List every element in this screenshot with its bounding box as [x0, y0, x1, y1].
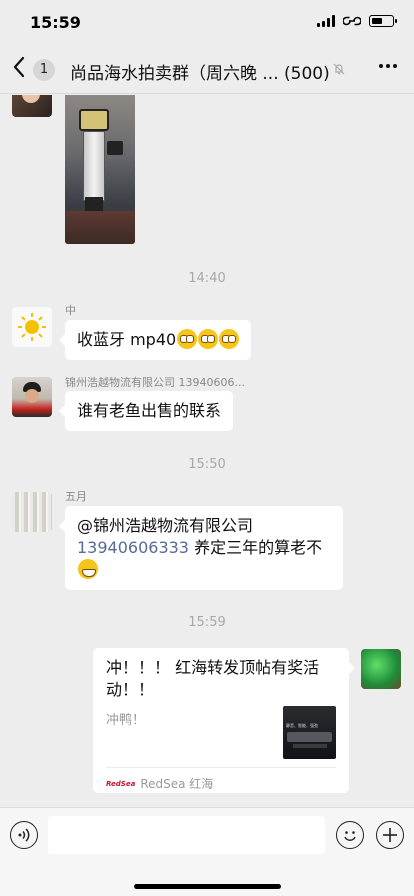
status-time: 15:59	[30, 13, 81, 32]
mention-link[interactable]: @锦州浩越物流有限公司	[77, 516, 253, 535]
link-icon	[343, 16, 361, 26]
message-bubble[interactable]: @锦州浩越物流有限公司 13940606333 养定三年的算老不	[59, 506, 343, 590]
card-divider	[106, 767, 336, 768]
chat-title[interactable]: 尚品海水拍卖群（周六晚 ... (500)	[70, 59, 330, 84]
card-thumbnail: 静音、智能、强劲	[283, 706, 336, 759]
avatar[interactable]	[12, 377, 52, 417]
chat-header: 1 尚品海水拍卖群（周六晚 ... (500)	[0, 44, 414, 94]
flushed-emoji-icon	[177, 329, 198, 349]
message-bubble[interactable]: 谁有老鱼出售的联系	[58, 391, 234, 431]
input-bar	[0, 807, 414, 896]
unread-badge[interactable]: 1	[33, 59, 55, 81]
plus-icon	[383, 828, 397, 842]
message-bubble[interactable]: 收蓝牙 mp40	[58, 320, 252, 360]
chevron-left-icon	[13, 56, 25, 78]
message-input[interactable]	[48, 816, 325, 854]
message-timestamp: 15:59	[188, 615, 226, 630]
ellipsis-icon	[379, 64, 383, 68]
home-indicator	[134, 884, 281, 889]
message-text: 谁有老鱼出售的联系	[77, 401, 222, 420]
plus-button[interactable]	[376, 821, 404, 849]
group-name: 尚品海水拍卖群（周六晚 ...	[70, 64, 279, 84]
signal-icon	[317, 15, 335, 27]
battery-fill	[372, 18, 382, 24]
message-image[interactable]	[65, 95, 135, 244]
message-timestamp: 15:50	[188, 457, 226, 472]
message-text: 收蓝牙 mp40	[77, 330, 177, 349]
phone-link[interactable]: 13940606333	[77, 538, 189, 557]
redsea-logo-icon: RedSea	[106, 780, 136, 788]
status-bar: 15:59	[0, 0, 414, 44]
chat-messages[interactable]: 14:40 中 收蓝牙 mp40 锦州浩越物流有限公司 13940606... …	[0, 95, 414, 807]
sender-name: 中	[65, 304, 76, 317]
card-source: RedSea RedSea 红海	[106, 773, 213, 795]
flushed-emoji-icon	[219, 329, 240, 349]
status-icons	[317, 15, 397, 27]
sun-icon	[18, 313, 46, 341]
card-description: 冲鸭！	[106, 713, 146, 728]
avatar[interactable]	[12, 492, 52, 532]
voice-button[interactable]	[10, 821, 38, 849]
message-text: 养定三年的算老不	[188, 538, 323, 557]
avatar[interactable]	[12, 307, 52, 347]
link-card[interactable]: 冲！！！ 红海转发顶帖有奖活动！！ 冲鸭！ 静音、智能、强劲 RedSea Re…	[93, 648, 355, 795]
member-count: (500)	[284, 64, 330, 84]
back-button[interactable]	[12, 56, 32, 82]
message-timestamp: 14:40	[188, 271, 226, 286]
smiley-icon	[344, 831, 356, 841]
bell-slash-icon	[333, 63, 345, 75]
avatar[interactable]	[12, 95, 52, 117]
flushed-emoji-icon	[198, 329, 219, 349]
card-title: 冲！！！ 红海转发顶帖有奖活动！！	[106, 658, 320, 699]
more-button[interactable]	[379, 64, 397, 68]
emoji-button[interactable]	[336, 821, 364, 849]
battery-icon	[369, 15, 397, 27]
card-source-name: RedSea 红海	[140, 777, 214, 791]
avatar[interactable]	[361, 649, 401, 689]
sender-name: 五月	[65, 490, 87, 503]
sender-name: 锦州浩越物流有限公司 13940606...	[65, 376, 245, 389]
grin-emoji-icon	[78, 559, 98, 579]
voice-icon	[18, 828, 30, 842]
